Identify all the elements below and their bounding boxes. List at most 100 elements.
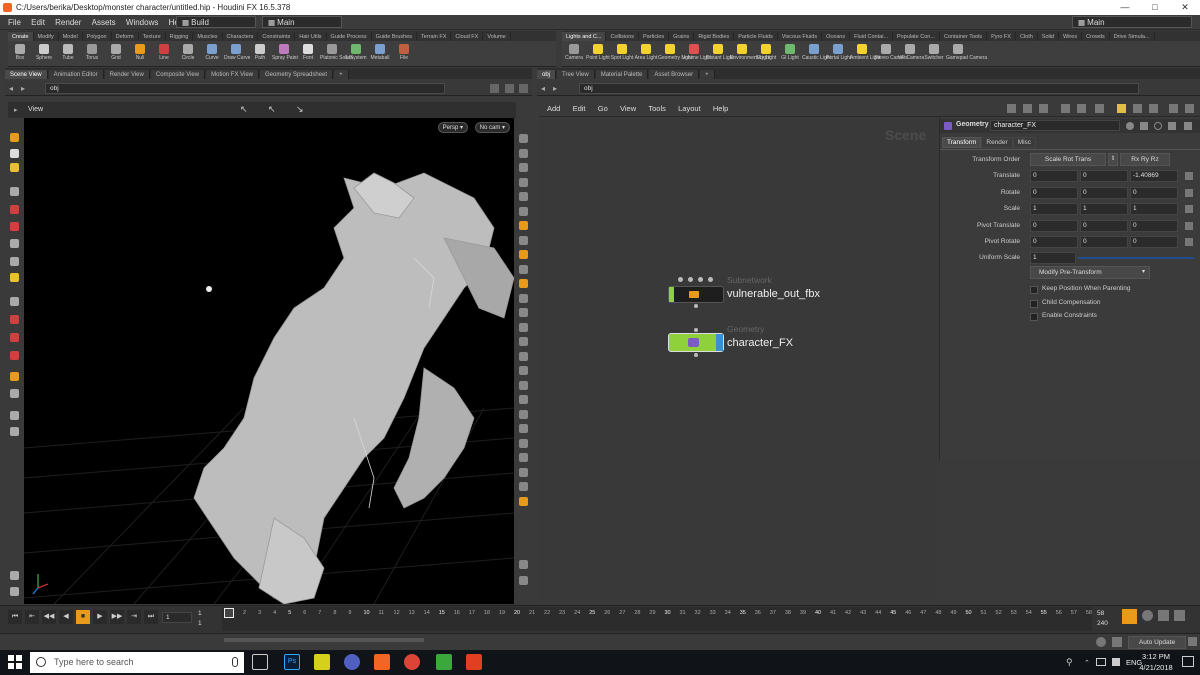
display-option-icon[interactable] [519, 235, 528, 245]
handle-arrow-icon[interactable]: ↘ [296, 104, 304, 115]
shelf-tool[interactable]: Draw Curve [224, 41, 250, 66]
search-icon[interactable] [1154, 122, 1162, 130]
shelf-tool[interactable]: GI Light [778, 41, 802, 66]
net-menu-view[interactable]: View [615, 100, 641, 117]
maximize-button[interactable]: □ [1140, 0, 1170, 15]
param-field[interactable]: 1 [1130, 203, 1178, 215]
clock-time[interactable]: 3:12 PM [1136, 652, 1176, 661]
shelf-tool[interactable]: Environment Light [730, 41, 770, 66]
options-icon[interactable] [519, 84, 528, 93]
net-menu-edit[interactable]: Edit [568, 100, 591, 117]
shelf-tab[interactable]: Polygon [83, 32, 112, 41]
timeline-options-icon[interactable] [1158, 610, 1169, 621]
checkbox[interactable] [1030, 299, 1038, 308]
close-button[interactable]: ✕ [1170, 0, 1200, 15]
tool-icon[interactable] [10, 571, 19, 580]
step-forward-icon[interactable]: ▶▶ [110, 610, 124, 624]
grid-icon[interactable] [1023, 104, 1032, 113]
display-option-icon[interactable] [519, 148, 528, 158]
shelf-tool[interactable]: Gamepad Camera [946, 41, 987, 66]
node-vulnerable-out-fbx[interactable] [668, 286, 724, 303]
tool-icon[interactable] [10, 315, 19, 324]
workspace-select[interactable]: ▦ Main [262, 16, 342, 28]
shelf-tab[interactable]: Fluid Contai... [850, 32, 894, 41]
param-field[interactable]: 0 [1030, 186, 1078, 199]
note-icon[interactable] [1117, 104, 1126, 113]
play-icon[interactable]: ▶ [93, 610, 107, 624]
frame-cursor[interactable] [224, 608, 234, 618]
param-field[interactable]: -1.40869 [1130, 170, 1178, 182]
display-option-icon[interactable] [519, 424, 528, 433]
shelf-tool[interactable]: Grid [104, 41, 128, 66]
back-arrow-icon[interactable]: ◂ [9, 81, 13, 96]
pane-tab[interactable]: Tree View [557, 70, 595, 79]
shelf-tab[interactable]: Cloud FX [451, 32, 484, 41]
net-menu-layout[interactable]: Layout [673, 100, 706, 117]
display-option-icon[interactable] [519, 322, 528, 332]
tool-icon[interactable] [10, 427, 19, 436]
shelf-tool[interactable]: Stereo Camera [874, 41, 908, 66]
shelf-tool[interactable]: Curve [200, 41, 224, 66]
select-arrow-icon[interactable]: ↖ [240, 104, 248, 115]
shelf-tab[interactable]: Terrain FX [417, 32, 452, 41]
tool-icon[interactable] [10, 333, 19, 342]
tool-icon[interactable] [10, 222, 19, 231]
shelf-tool[interactable]: File [392, 41, 416, 66]
snap-toggle-icon[interactable] [519, 576, 528, 585]
shelf-tab[interactable]: Modify [34, 32, 59, 41]
shelf-tab[interactable]: Container Tools [940, 32, 988, 41]
menu-windows[interactable]: Windows [122, 15, 162, 30]
param-field[interactable]: 0 [1080, 170, 1128, 182]
param-field[interactable]: 0 [1030, 236, 1078, 248]
display-option-icon[interactable] [519, 177, 528, 187]
node-render-flag[interactable] [716, 334, 723, 351]
pane-tab[interactable]: Asset Browser [649, 70, 700, 79]
tray-chevron-icon[interactable]: ⌃ [1084, 659, 1090, 667]
view-collapse-icon[interactable]: ▸ [14, 106, 18, 114]
shelf-tool[interactable]: Null [128, 41, 152, 66]
network-icon[interactable] [1096, 658, 1106, 666]
pane-tab[interactable]: Scene View [5, 70, 48, 79]
shelf-tool[interactable]: Tube [56, 41, 80, 66]
shelf-tab[interactable]: Collisions [606, 32, 640, 41]
tool-icon[interactable] [10, 297, 19, 306]
param-key-icon[interactable] [1185, 221, 1193, 230]
display-option-icon[interactable] [519, 337, 528, 346]
prev-key-icon[interactable]: ⇤ [25, 610, 39, 624]
play-reverse-icon[interactable]: ◀ [59, 610, 73, 624]
tool-icon[interactable] [10, 587, 19, 596]
menu-render[interactable]: Render [51, 15, 85, 30]
param-field[interactable]: 0 [1080, 186, 1128, 199]
tool-icon[interactable] [10, 187, 19, 196]
node-name-field[interactable]: character_FX [990, 120, 1120, 131]
node-input-connector[interactable] [694, 328, 698, 332]
rotate-order-select[interactable]: Rx Ry Rz [1120, 153, 1170, 166]
image-icon[interactable] [1095, 104, 1104, 113]
tab-misc[interactable]: Misc [1012, 137, 1037, 148]
shelf-tool[interactable]: Area Light [634, 41, 658, 66]
param-field[interactable]: 0 [1130, 219, 1178, 232]
net-menu-add[interactable]: Add [539, 100, 565, 117]
shelf-tab[interactable]: Solid [1038, 32, 1060, 41]
desktop-select[interactable]: ▦ Build [176, 16, 256, 28]
audio-icon[interactable] [1142, 610, 1153, 621]
shelf-tool[interactable]: Sky Light [754, 41, 778, 66]
shelf-tool[interactable]: Camera [562, 41, 586, 66]
display-option-icon[interactable] [519, 380, 528, 390]
shelf-tab[interactable]: Model [59, 32, 83, 41]
node-display-flag[interactable] [669, 287, 674, 302]
net-forward-arrow-icon[interactable]: ▸ [553, 81, 557, 96]
pane-tab[interactable]: Animation Editor [48, 70, 104, 79]
tool-icon[interactable] [10, 163, 19, 172]
param-field[interactable]: 0 [1080, 219, 1128, 232]
param-key-icon[interactable] [1185, 205, 1193, 213]
help-icon[interactable] [1184, 122, 1192, 130]
shelf-tool[interactable]: Caustic Light [802, 41, 831, 66]
display-option-icon[interactable] [519, 134, 528, 143]
tab-transform[interactable]: Transform [942, 137, 982, 148]
layout-icon[interactable] [1061, 104, 1070, 113]
shelf-tab[interactable]: Wires [1059, 32, 1083, 41]
pane-tab[interactable]: Render View [104, 70, 150, 79]
param-key-icon[interactable] [1185, 172, 1193, 180]
shelf-tool[interactable]: Geometry Light [658, 41, 692, 66]
